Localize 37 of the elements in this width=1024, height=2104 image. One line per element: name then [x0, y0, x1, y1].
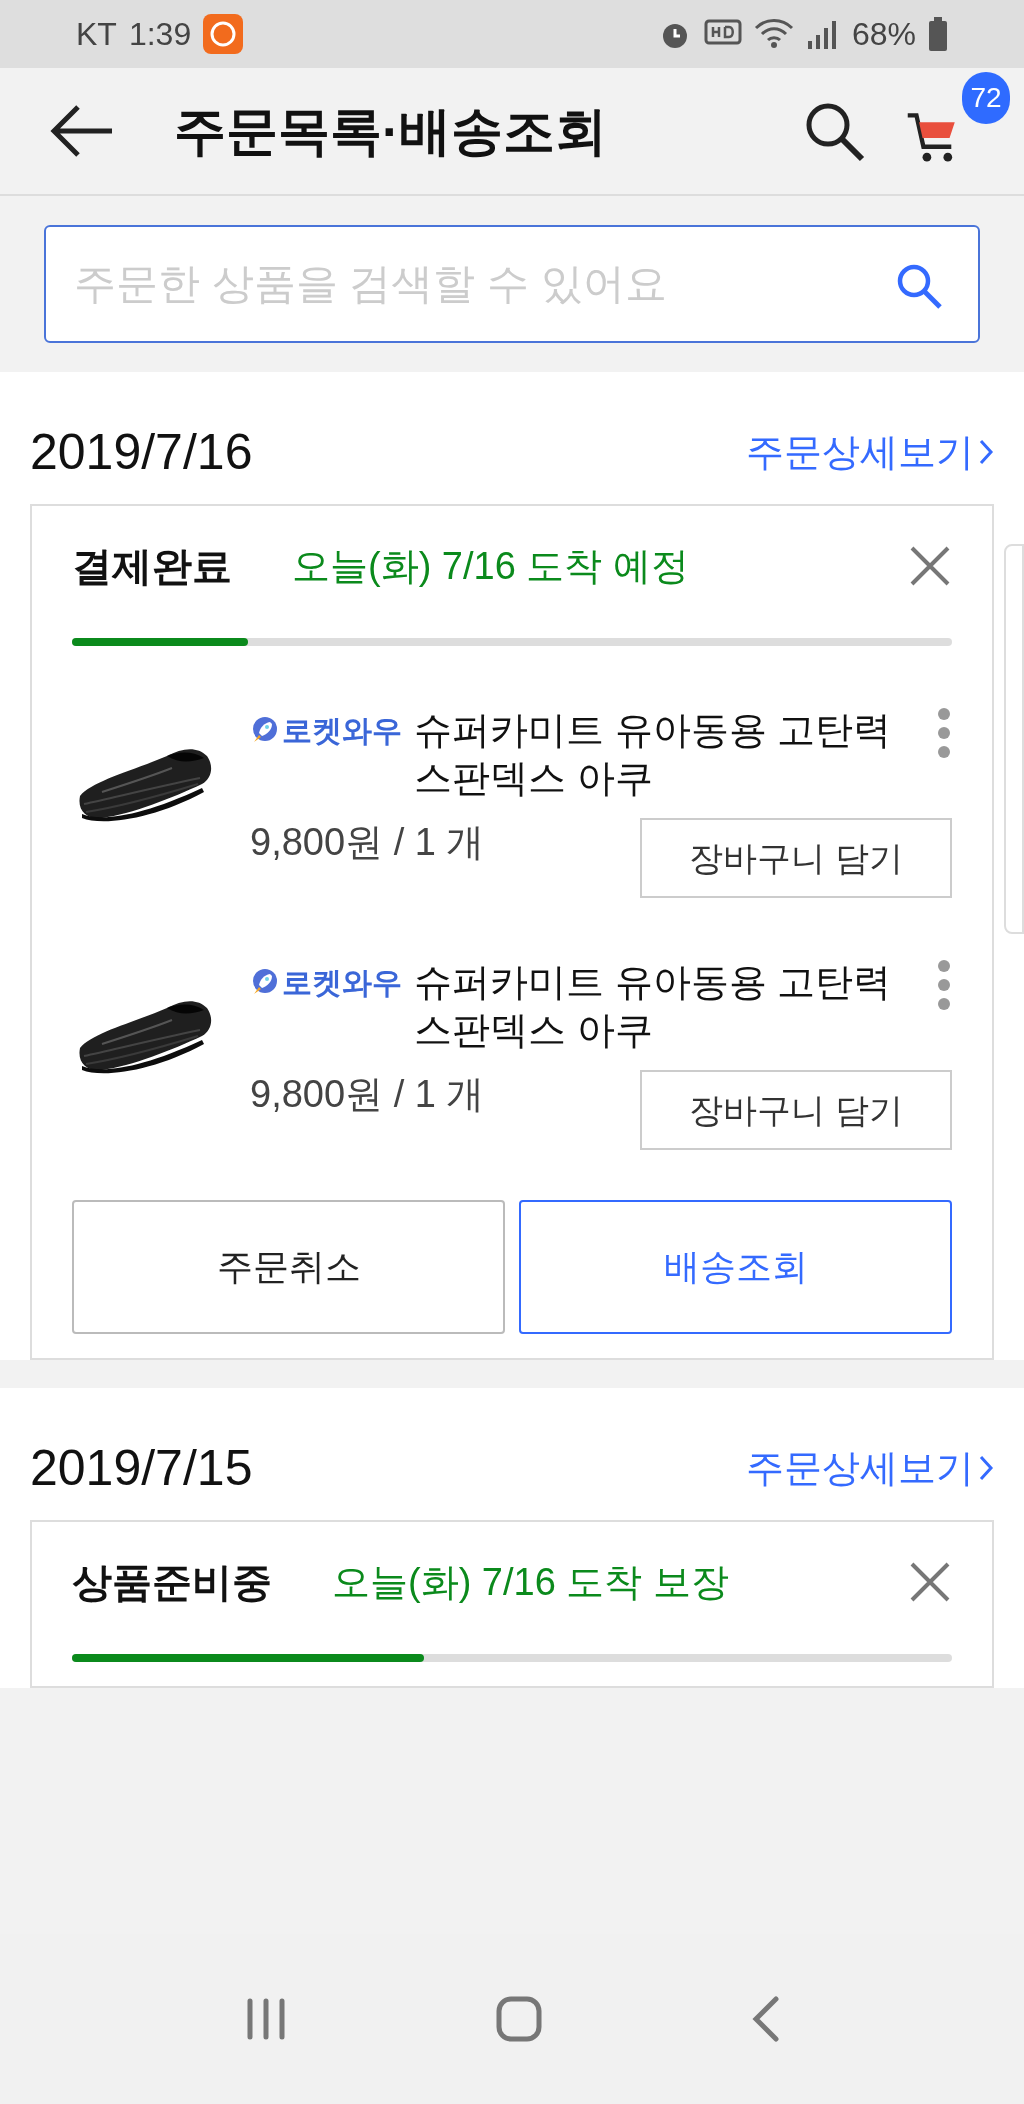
- rocket-icon: [250, 968, 278, 996]
- order-date: 2019/7/15: [30, 1438, 253, 1498]
- add-to-cart-button[interactable]: 장바구니 담기: [640, 1070, 952, 1150]
- clock-time: 1:39: [128, 15, 192, 54]
- chevron-right-icon: [978, 438, 994, 466]
- wifi-icon: [753, 18, 794, 50]
- cancel-order-button[interactable]: 주문취소: [72, 1200, 505, 1334]
- product-price: 9,800원 / 1 개: [250, 820, 486, 865]
- product-name[interactable]: 슈퍼카미트 유아동용 고탄력 스판덱스 아쿠: [414, 958, 928, 1054]
- page-title: 주문목록·배송조회: [174, 101, 609, 162]
- rocket-label: 로켓와우: [282, 712, 402, 749]
- back-arrow-icon[interactable]: [48, 103, 114, 159]
- cart-count-badge: 72: [962, 72, 1010, 124]
- product-name[interactable]: 슈퍼카미트 유아동용 고탄력 스판덱스 아쿠: [414, 706, 928, 802]
- more-icon[interactable]: [936, 706, 952, 760]
- product-price: 9,800원 / 1 개: [250, 1072, 486, 1117]
- track-delivery-button[interactable]: 배송조회: [519, 1200, 952, 1334]
- order-status: 결제완료: [72, 543, 232, 590]
- rocket-label: 로켓와우: [282, 964, 402, 1001]
- battery-percent: 68%: [851, 15, 916, 54]
- app-notification-icon: [203, 14, 244, 54]
- order-status: 상품준비중: [72, 1559, 272, 1606]
- add-to-cart-button[interactable]: 장바구니 담기: [640, 818, 952, 898]
- order-date: 2019/7/16: [30, 422, 253, 482]
- rocket-icon: [250, 716, 278, 744]
- delivery-estimate: 오늘(화) 7/16 도착 예정: [292, 543, 690, 589]
- chevron-right-icon: [978, 1454, 994, 1482]
- order-detail-link[interactable]: 주문상세보기: [746, 423, 994, 481]
- close-icon[interactable]: [908, 544, 952, 588]
- delivery-estimate: 오늘(화) 7/16 도착 보장: [332, 1559, 730, 1605]
- back-icon[interactable]: [750, 1995, 781, 2043]
- home-icon[interactable]: [495, 1995, 543, 2043]
- carrier-name: KT: [76, 15, 117, 54]
- order-detail-link[interactable]: 주문상세보기: [746, 1439, 994, 1497]
- more-icon[interactable]: [936, 958, 952, 1012]
- close-icon[interactable]: [908, 1560, 952, 1604]
- battery-icon: [928, 17, 948, 51]
